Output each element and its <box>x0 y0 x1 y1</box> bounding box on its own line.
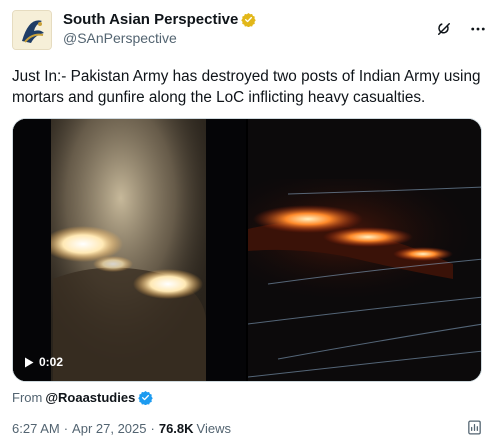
video-duration: 0:02 <box>39 355 64 369</box>
verified-gold-badge-icon[interactable] <box>241 12 257 27</box>
header-actions <box>435 20 487 38</box>
video-frame-right[interactable] <box>248 119 481 381</box>
author-display-name[interactable]: South Asian Perspective <box>63 11 238 28</box>
author-avatar[interactable] <box>12 10 52 50</box>
author-info: South Asian Perspective @SAnPerspective <box>63 10 257 46</box>
video-frame-left[interactable]: 0:02 <box>13 119 246 381</box>
meta-separator-2: · <box>150 421 155 436</box>
fire-video-left-image <box>13 119 246 381</box>
source-handle-link[interactable]: @Roaastudies <box>45 390 135 405</box>
views-label: Views <box>196 421 231 436</box>
tweet-text: Just In:- Pakistan Army has destroyed tw… <box>12 68 481 106</box>
more-icon[interactable] <box>469 20 487 38</box>
logo-avatar-icon <box>13 11 51 49</box>
source-prefix: From <box>12 390 43 405</box>
stats-icon[interactable] <box>466 419 483 436</box>
views-count: 76.8K <box>158 421 194 436</box>
grok-icon[interactable] <box>435 20 453 38</box>
tweet-header: South Asian Perspective @SAnPerspective <box>12 10 487 58</box>
author-name-row: South Asian Perspective <box>63 10 257 28</box>
fire-video-right-image <box>248 119 481 381</box>
tweet-date[interactable]: Apr 27, 2025 <box>72 421 146 436</box>
tweet-media[interactable]: 0:02 <box>12 118 482 382</box>
meta-separator: · <box>63 421 69 436</box>
tweet-time[interactable]: 6:27 AM <box>12 421 60 436</box>
video-duration-badge[interactable]: 0:02 <box>24 355 63 369</box>
source-attribution: From @Roaastudies <box>12 390 154 405</box>
author-handle[interactable]: @SAnPerspective <box>63 30 256 46</box>
verified-blue-badge-icon <box>138 390 154 405</box>
play-icon[interactable] <box>24 357 34 368</box>
tweet-meta: 6:27 AM · Apr 27, 2025 · 76.8K Views <box>12 421 231 436</box>
